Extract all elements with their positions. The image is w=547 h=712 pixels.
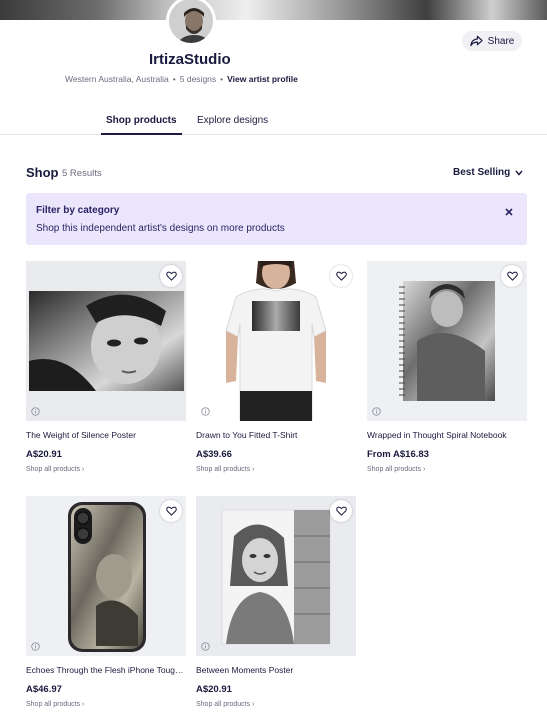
shop-all-products-link[interactable]: Shop all products ›: [26, 701, 186, 708]
artist-name: IrtizaStudio: [149, 51, 231, 68]
product-title[interactable]: Between Moments Poster: [196, 665, 356, 675]
product-title[interactable]: Drawn to You Fitted T-Shirt: [196, 430, 356, 440]
artist-location: Western Australia, Australia: [65, 74, 169, 84]
product-title[interactable]: Wrapped in Thought Spiral Notebook: [367, 430, 527, 440]
results-count: 5 Results: [62, 168, 102, 179]
favorite-button[interactable]: [160, 500, 182, 522]
sort-label: Best Selling: [453, 167, 511, 178]
favorite-button[interactable]: [330, 500, 352, 522]
view-artist-profile-link[interactable]: View artist profile: [227, 74, 298, 84]
tab-explore-designs[interactable]: Explore designs: [197, 115, 268, 135]
info-icon[interactable]: [201, 407, 210, 416]
designs-count: 5 designs: [179, 74, 217, 84]
info-icon[interactable]: [31, 642, 40, 651]
favorite-button[interactable]: [330, 265, 352, 287]
sort-dropdown[interactable]: Best Selling: [453, 167, 523, 178]
avatar[interactable]: [166, 0, 216, 46]
heart-icon: [335, 271, 347, 281]
heart-icon: [506, 271, 518, 281]
product-price: A$20.91: [26, 449, 62, 460]
meta-separator: •: [172, 74, 176, 84]
product-card[interactable]: Wrapped in Thought Spiral Notebook From …: [367, 261, 527, 473]
product-card[interactable]: The Weight of Silence Poster A$20.91 Sho…: [26, 261, 186, 473]
share-icon: [469, 35, 483, 47]
product-image[interactable]: [26, 496, 186, 656]
filter-title: Filter by category: [36, 205, 120, 216]
shop-all-products-link[interactable]: Shop all products ›: [26, 466, 186, 473]
shop-all-products-link[interactable]: Shop all products ›: [196, 701, 356, 708]
heart-icon: [335, 506, 347, 516]
share-button[interactable]: Share: [462, 31, 522, 51]
heart-icon: [165, 271, 177, 281]
filter-banner[interactable]: Filter by category Shop this independent…: [26, 193, 527, 245]
product-image[interactable]: [196, 261, 356, 421]
close-icon: [505, 208, 513, 216]
product-image[interactable]: [367, 261, 527, 421]
tab-shop-products[interactable]: Shop products: [101, 115, 182, 135]
artist-meta: Western Australia, Australia • 5 designs • V…: [65, 74, 298, 84]
profile-banner: [0, 0, 547, 20]
product-price: A$39.66: [196, 449, 232, 460]
share-label: Share: [487, 35, 515, 47]
favorite-button[interactable]: [160, 265, 182, 287]
tab-bar: Shop products Explore designs: [0, 111, 547, 135]
product-title[interactable]: Echoes Through the Flesh iPhone Tough Ca…: [26, 665, 186, 675]
shop-all-products-link[interactable]: Shop all products ›: [367, 466, 527, 473]
filter-close-button[interactable]: [501, 204, 517, 220]
info-icon[interactable]: [372, 407, 381, 416]
filter-description: Shop this independent artist's designs o…: [36, 223, 285, 234]
chevron-down-icon: [515, 170, 523, 176]
product-card[interactable]: Between Moments Poster A$20.91 Shop all …: [196, 496, 356, 708]
heart-icon: [165, 506, 177, 516]
product-price: A$20.91: [196, 684, 232, 695]
meta-separator: •: [220, 74, 224, 84]
product-image[interactable]: [26, 261, 186, 421]
product-price: A$46.97: [26, 684, 62, 695]
info-icon[interactable]: [201, 642, 210, 651]
product-price: From A$16.83: [367, 449, 429, 460]
product-title[interactable]: The Weight of Silence Poster: [26, 430, 186, 440]
product-image[interactable]: [196, 496, 356, 656]
shop-all-products-link[interactable]: Shop all products ›: [196, 466, 356, 473]
shop-title: Shop: [26, 165, 59, 180]
product-card[interactable]: Drawn to You Fitted T-Shirt A$39.66 Shop…: [196, 261, 356, 473]
favorite-button[interactable]: [501, 265, 523, 287]
product-card[interactable]: Echoes Through the Flesh iPhone Tough Ca…: [26, 496, 186, 708]
info-icon[interactable]: [31, 407, 40, 416]
